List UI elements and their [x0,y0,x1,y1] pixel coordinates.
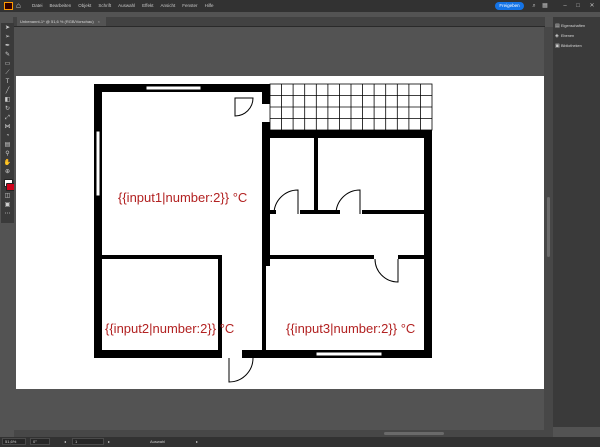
pen-tool-icon[interactable]: ✒ [3,43,12,50]
kitchen-door-gap [261,104,271,122]
front-door-gap [222,349,242,359]
menubar: ⌂ Datei Bearbeiten Objekt Schrift Auswah… [0,0,600,12]
wall-small-rooms-divider [314,138,318,214]
menu-datei[interactable]: Datei [32,0,43,12]
zoom-tool-icon[interactable]: ⊕ [3,169,12,176]
menu-bearbeiten[interactable]: Bearbeiten [50,0,72,12]
panel-item-properties[interactable]: ▤Eigenschaften [555,22,599,31]
panel-item-label: Eigenschaften [561,24,586,28]
panel-item-label: Ebenen [561,34,575,38]
wall-left [94,84,102,358]
room-label-bottom-left: {{input2|number:2}} °C [105,321,234,336]
wall-mid-top [262,130,432,138]
document-tabbar: Unbenannt-1* @ 51,6 % (RGB/Vorschau) × [13,17,545,27]
screen-mode-icon[interactable]: ▣ [3,202,12,209]
window-left [95,130,101,197]
wall-right-room-top-right [398,255,424,259]
line-tool-icon[interactable]: ╱ [3,88,12,95]
rotate-tool-icon[interactable]: ↻ [3,106,12,113]
wall-bath-middle [300,210,340,214]
share-button[interactable]: Freigeben [495,2,524,10]
artboard-prev-icon[interactable]: ◂ [64,438,66,446]
room-label-bottom-right: {{input3|number:2}} °C [286,321,415,336]
menu-auswahl[interactable]: Auswahl [118,0,135,12]
tab-close-icon[interactable]: × [98,19,100,24]
room-label-top-left: {{input1|number:2}} °C [118,190,247,205]
curvature-tool-icon[interactable]: ✎ [3,52,12,59]
zoom-field[interactable]: 51,6% [2,438,26,445]
artboard-number-field[interactable]: 1 [72,438,104,445]
rectangle-tool-icon[interactable]: ▭ [3,61,12,68]
hand-tool-icon[interactable]: ✋ [3,160,12,167]
selection-tool-icon[interactable]: ➤ [3,25,12,32]
maximize-icon[interactable]: □ [573,0,583,12]
menu-effekt[interactable]: Effekt [142,0,153,12]
door-swing-front [228,357,254,383]
menu-ansicht[interactable]: Ansicht [161,0,176,12]
wall-right-room-left [262,259,266,350]
artboard-next-icon[interactable]: ▸ [108,438,110,446]
type-tool-icon[interactable]: T [3,79,12,86]
wall-right [424,130,432,358]
rotation-field[interactable]: 0° [30,438,50,445]
wall-left-room-top [102,255,220,259]
artboard[interactable]: {{input1|number:2}} °C {{input2|number:2… [16,76,546,389]
workspace-icon[interactable]: ▦ [541,2,549,10]
menu-items: Datei Bearbeiten Objekt Schrift Auswahl … [32,0,214,12]
window-top [145,85,202,91]
menu-schrift[interactable]: Schrift [98,0,111,12]
horizontal-scroll-thumb[interactable] [384,432,444,435]
close-window-icon[interactable]: ✕ [587,0,597,12]
panel-item-libraries[interactable]: ▣Bibliotheken [555,42,599,51]
panel-item-layers[interactable]: ◈ Ebenen [555,32,599,41]
eraser-tool-icon[interactable]: ◧ [3,97,12,104]
more-tools-icon[interactable]: ⋯ [3,211,12,218]
menu-hilfe[interactable]: Hilfe [205,0,214,12]
menu-fenster[interactable]: Fenster [182,0,197,12]
search-icon[interactable]: ⌕ [530,2,538,10]
width-tool-icon[interactable]: ⋈ [3,124,12,131]
shape-builder-tool-icon[interactable]: ◔ [3,133,12,140]
document-tab[interactable]: Unbenannt-1* @ 51,6 % (RGB/Vorschau) × [17,17,106,26]
terrace-grid [269,83,433,131]
home-icon[interactable]: ⌂ [16,2,24,10]
app-logo [4,2,13,10]
wall-right-room-top-left [262,255,374,259]
canvas-area[interactable]: {{input1|number:2}} °C {{input2|number:2… [14,27,553,437]
status-menu-icon[interactable]: ▸ [196,438,198,446]
scale-tool-icon[interactable]: ⤢ [3,115,12,122]
door-swing-kitchen [234,97,254,117]
document-tab-title: Unbenannt-1* @ 51,6 % (RGB/Vorschau) [20,19,94,24]
draw-mode-icon[interactable]: ◫ [3,193,12,200]
menu-objekt[interactable]: Objekt [78,0,91,12]
window-bottom [315,351,383,357]
vertical-scroll-thumb[interactable] [547,197,550,257]
right-panel-dock: ▤Eigenschaften ◈ Ebenen ▣Bibliotheken [553,17,600,427]
gradient-tool-icon[interactable]: ▤ [3,142,12,149]
vertical-scrollbar[interactable] [544,27,553,437]
wall-bath-right [362,210,424,214]
direct-selection-tool-icon[interactable]: ➢ [3,34,12,41]
minimize-icon[interactable]: – [560,0,570,12]
eyedropper-tool-icon[interactable]: ⚲ [3,151,12,158]
current-tool-label: Auswahl [150,439,166,444]
paintbrush-tool-icon[interactable]: ⟋ [3,70,12,77]
statusbar: 51,6% 0° ◂ 1 ▸ Auswahl ▸ [0,437,600,447]
panel-item-label: Bibliotheken [561,44,582,48]
tools-panel: ➤ ➢ ✒ ✎ ▭ ⟋ T ╱ ◧ ↻ ⤢ ⋈ ◔ ▤ ⚲ ✋ ⊕ ◫ ▣ ⋯ [1,23,15,223]
door-swing-room-c [374,258,399,283]
floorplan-drawing: {{input1|number:2}} °C {{input2|number:2… [94,83,433,383]
door-swing-room-a [273,189,299,215]
